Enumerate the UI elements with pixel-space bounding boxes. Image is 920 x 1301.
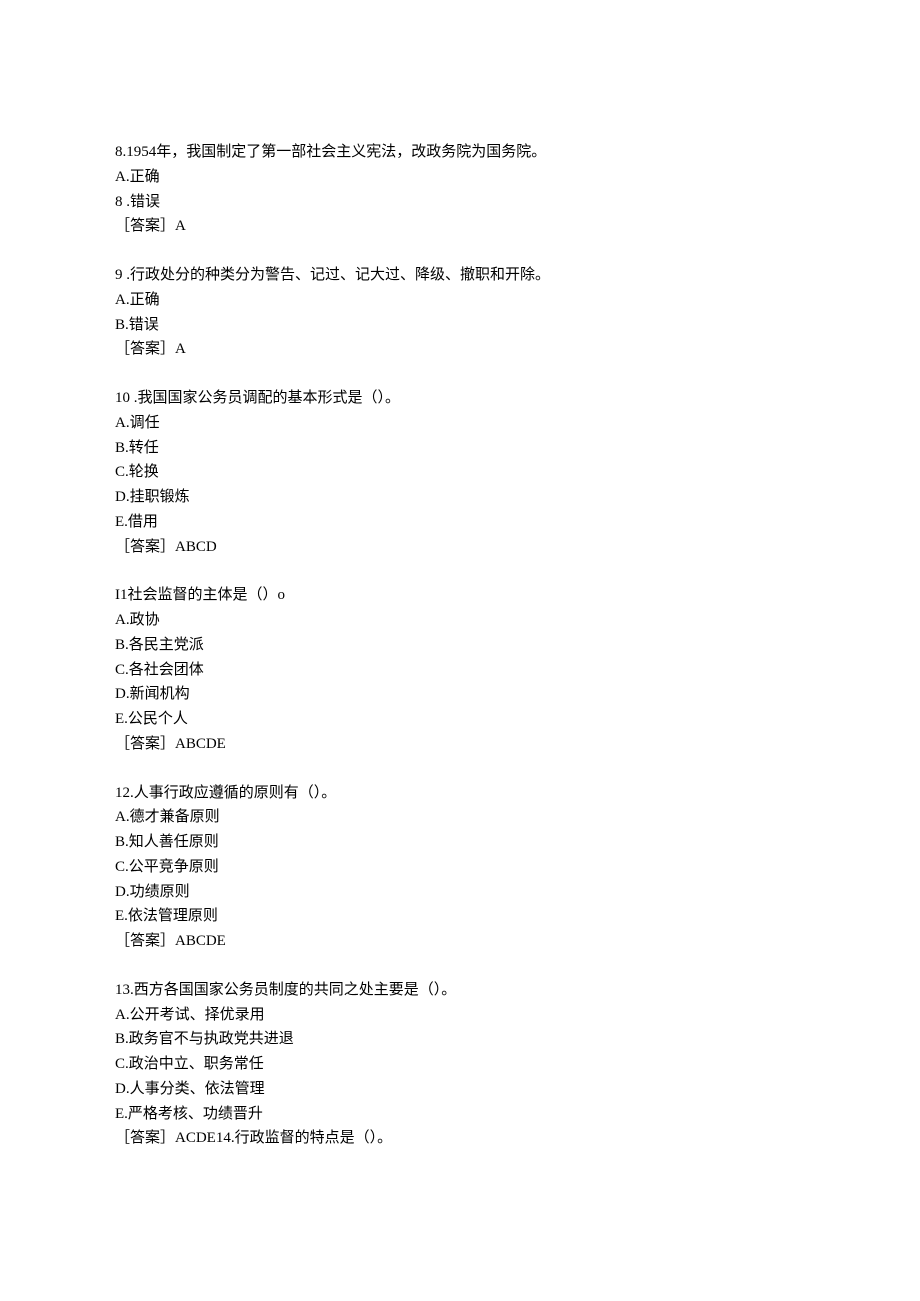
option-e: E.公民个人 bbox=[115, 707, 805, 732]
answer-line: ［答案］ABCD bbox=[115, 535, 805, 560]
answer-line: ［答案］ACDE14.行政监督的特点是（）。 bbox=[115, 1126, 805, 1151]
option-a: A.正确 bbox=[115, 288, 805, 313]
option-d: D.新闻机构 bbox=[115, 682, 805, 707]
option-a: A.公开考试、择优录用 bbox=[115, 1003, 805, 1028]
question-stem: 13.西方各国国家公务员制度的共同之处主要是（）。 bbox=[115, 978, 805, 1003]
option-c: C.公平竞争原则 bbox=[115, 855, 805, 880]
option-b: B.知人善任原则 bbox=[115, 830, 805, 855]
answer-line: ［答案］A bbox=[115, 337, 805, 362]
question-9: 9 .行政处分的种类分为警告、记过、记大过、降级、撤职和开除。 A.正确 B.错… bbox=[115, 263, 805, 362]
option-c: C.轮换 bbox=[115, 460, 805, 485]
answer-line: ［答案］A bbox=[115, 214, 805, 239]
option-b: B.政务官不与执政党共进退 bbox=[115, 1027, 805, 1052]
question-stem: 8.1954年，我国制定了第一部社会主义宪法，改政务院为国务院。 bbox=[115, 140, 805, 165]
option-d: D.功绩原则 bbox=[115, 880, 805, 905]
option-d: D.挂职锻炼 bbox=[115, 485, 805, 510]
question-11: I1社会监督的主体是（）o A.政协 B.各民主党派 C.各社会团体 D.新闻机… bbox=[115, 583, 805, 756]
answer-line: ［答案］ABCDE bbox=[115, 732, 805, 757]
option-b: B.错误 bbox=[115, 313, 805, 338]
option-c: C.各社会团体 bbox=[115, 658, 805, 683]
option-e: E.严格考核、功绩晋升 bbox=[115, 1102, 805, 1127]
question-stem: 9 .行政处分的种类分为警告、记过、记大过、降级、撤职和开除。 bbox=[115, 263, 805, 288]
option-a: A.德才兼备原则 bbox=[115, 805, 805, 830]
option-b: B.转任 bbox=[115, 436, 805, 461]
question-stem: 12.人事行政应遵循的原则有（）。 bbox=[115, 781, 805, 806]
option-b: 8 .错误 bbox=[115, 190, 805, 215]
question-stem: 10 .我国国家公务员调配的基本形式是（）。 bbox=[115, 386, 805, 411]
option-a: A.调任 bbox=[115, 411, 805, 436]
question-10: 10 .我国国家公务员调配的基本形式是（）。 A.调任 B.转任 C.轮换 D.… bbox=[115, 386, 805, 559]
option-d: D.人事分类、依法管理 bbox=[115, 1077, 805, 1102]
document-body: 8.1954年，我国制定了第一部社会主义宪法，改政务院为国务院。 A.正确 8 … bbox=[115, 140, 805, 1151]
answer-line: ［答案］ABCDE bbox=[115, 929, 805, 954]
option-c: C.政治中立、职务常任 bbox=[115, 1052, 805, 1077]
question-stem: I1社会监督的主体是（）o bbox=[115, 583, 805, 608]
question-13: 13.西方各国国家公务员制度的共同之处主要是（）。 A.公开考试、择优录用 B.… bbox=[115, 978, 805, 1151]
option-a: A.正确 bbox=[115, 165, 805, 190]
option-e: E.依法管理原则 bbox=[115, 904, 805, 929]
option-e: E.借用 bbox=[115, 510, 805, 535]
question-8: 8.1954年，我国制定了第一部社会主义宪法，改政务院为国务院。 A.正确 8 … bbox=[115, 140, 805, 239]
option-a: A.政协 bbox=[115, 608, 805, 633]
option-b: B.各民主党派 bbox=[115, 633, 805, 658]
question-12: 12.人事行政应遵循的原则有（）。 A.德才兼备原则 B.知人善任原则 C.公平… bbox=[115, 781, 805, 954]
